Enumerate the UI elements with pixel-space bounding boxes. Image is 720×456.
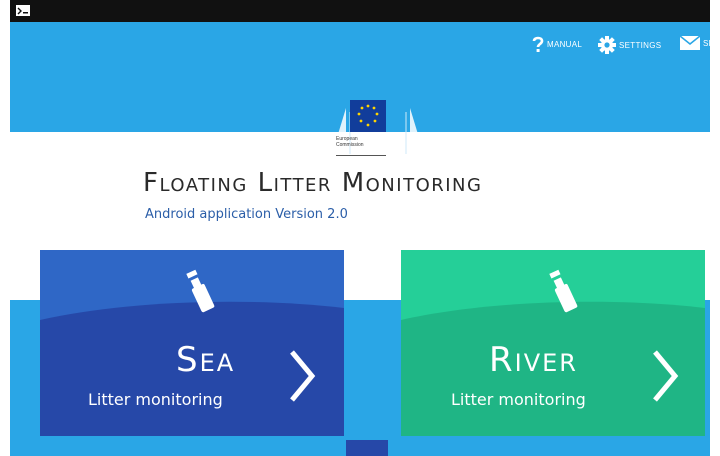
question-mark-icon xyxy=(532,36,544,52)
european-commission-logo xyxy=(332,100,424,154)
screen-margin xyxy=(0,0,10,456)
app-version: Android application Version 2.0 xyxy=(145,207,348,222)
sea-title: Sea xyxy=(176,340,236,380)
status-bar xyxy=(10,0,710,22)
sea-tile-button[interactable]: Sea Litter monitoring xyxy=(40,250,344,436)
app-bar: MANUAL SETTINGS SEN xyxy=(10,22,720,72)
manual-button[interactable]: MANUAL xyxy=(532,36,582,52)
settings-button[interactable]: SETTINGS xyxy=(598,36,661,54)
send-button[interactable]: SEN xyxy=(680,36,720,50)
chevron-right-icon xyxy=(290,350,316,402)
logo-line-2: Commission xyxy=(336,142,364,148)
app-title: Floating Litter Monitoring xyxy=(143,168,483,198)
river-subtitle: Litter monitoring xyxy=(451,390,586,409)
gear-icon xyxy=(598,36,616,54)
send-label: SEN xyxy=(703,38,720,48)
envelope-icon xyxy=(680,36,700,50)
river-title: River xyxy=(489,340,578,380)
chevron-right-icon xyxy=(653,350,679,402)
logo-text: European Commission xyxy=(336,136,396,148)
partial-tile xyxy=(346,440,388,456)
settings-label: SETTINGS xyxy=(619,40,662,50)
river-tile-button[interactable]: River Litter monitoring xyxy=(401,250,705,436)
notification-icon xyxy=(16,5,30,16)
sea-subtitle: Litter monitoring xyxy=(88,390,223,409)
logo-underline xyxy=(336,155,386,156)
manual-label: MANUAL xyxy=(547,39,583,49)
